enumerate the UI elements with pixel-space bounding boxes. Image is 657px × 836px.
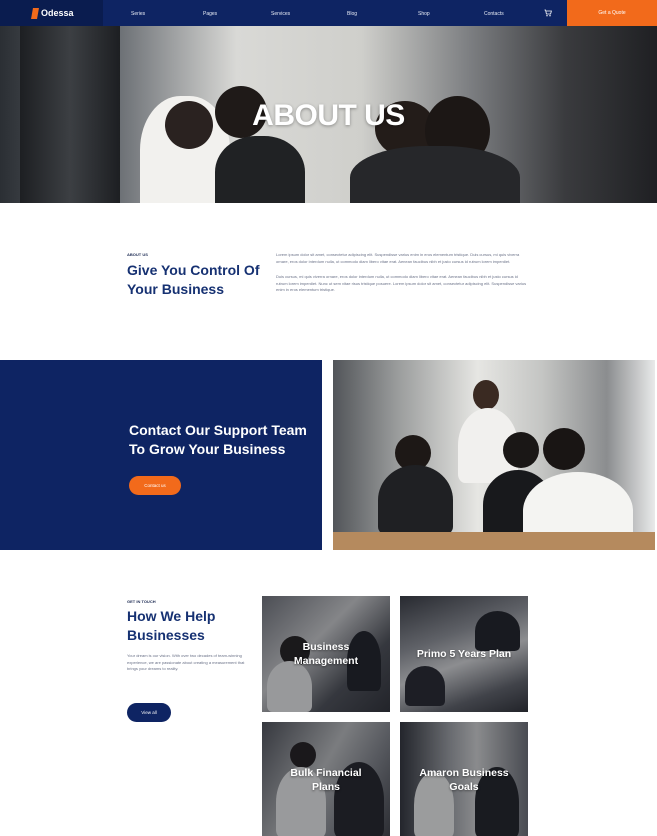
brand-name: Odessa: [41, 8, 74, 18]
hero-person-image: [215, 136, 305, 203]
nav-item-contacts[interactable]: Contacts: [484, 11, 504, 17]
service-card-business-management[interactable]: Business Management: [262, 596, 390, 712]
hero-banner: ABOUT US: [0, 26, 657, 203]
hero-person-image: [350, 146, 520, 203]
about-description: Lorem ipsum dolor sit amet, consectetur …: [276, 252, 528, 294]
help-title: How We Help Businesses: [127, 608, 216, 643]
service-card-business-goals[interactable]: Amaron Business Goals: [400, 722, 528, 836]
card-title: Bulk Financial Plans: [290, 767, 362, 793]
brand-logo[interactable]: Odessa: [0, 0, 103, 26]
team-meeting-image: [333, 360, 655, 550]
card-title: Primo 5 Years Plan: [416, 648, 512, 660]
about-paragraph: Lorem ipsum dolor sit amet, consectetur …: [276, 252, 520, 264]
card-title: Amaron Business Goals: [419, 767, 509, 793]
nav-item-services[interactable]: Services: [271, 11, 290, 17]
help-kicker: GET IN TOUCH: [127, 599, 156, 604]
card-title: Business Management: [293, 641, 359, 667]
nav-item-blog[interactable]: Blog: [347, 11, 357, 17]
hero-title: ABOUT US: [252, 99, 405, 132]
help-description: Your dream is our vision. With over two …: [127, 653, 245, 672]
nav-item-pages[interactable]: Pages: [203, 11, 217, 17]
about-title: Give You Control Of Your Business: [127, 262, 260, 297]
contact-title: Contact Our Support Team To Grow Your Bu…: [129, 422, 307, 457]
top-navbar: Odessa Series Pages Services Blog Shop C…: [0, 0, 657, 26]
nav-item-shop[interactable]: Shop: [418, 11, 430, 17]
service-card-financial-plans[interactable]: Bulk Financial Plans: [262, 722, 390, 836]
cart-icon[interactable]: [544, 9, 552, 17]
get-quote-button[interactable]: Get a Quote: [567, 0, 657, 26]
logo-mark-icon: [31, 7, 39, 19]
view-all-button[interactable]: View all: [127, 703, 171, 722]
contact-us-button[interactable]: Contact us: [129, 476, 181, 495]
nav-item-series[interactable]: Series: [131, 11, 145, 17]
about-kicker: ABOUT US: [127, 252, 148, 257]
about-paragraph: Duis cursus, mi quis viverra ornare, ero…: [276, 274, 527, 293]
service-card-primo-plan[interactable]: Primo 5 Years Plan: [400, 596, 528, 712]
